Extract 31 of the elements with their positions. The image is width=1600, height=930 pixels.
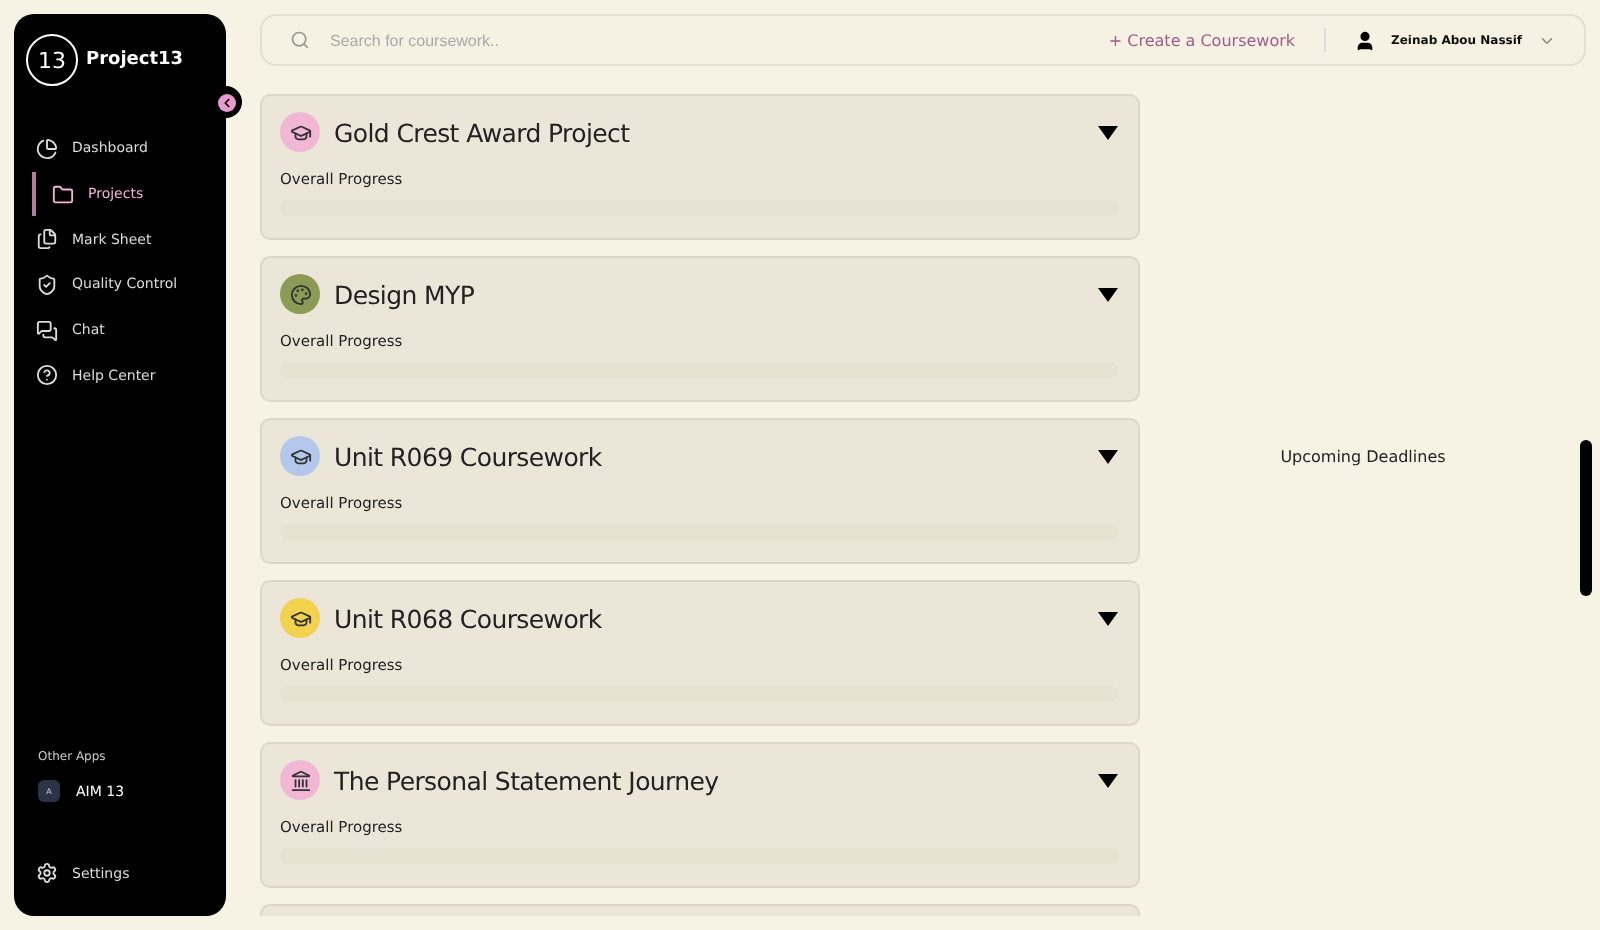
project-title: Unit R068 Coursework xyxy=(334,603,604,633)
dropdown-triangle-icon[interactable] xyxy=(1098,449,1118,463)
search-icon xyxy=(290,30,310,50)
folder-icon xyxy=(52,183,74,206)
create-link[interactable]: + Create a Coursework xyxy=(1108,31,1296,49)
project-title: The Personal Statement Journey xyxy=(334,765,721,795)
shield-check-icon xyxy=(36,273,58,296)
scrollbar[interactable] xyxy=(1580,440,1592,596)
chat-icon xyxy=(36,319,58,342)
pie-chart-icon xyxy=(36,137,58,160)
project-title: Gold Crest Award Project xyxy=(334,117,632,147)
brand-name: Project13 xyxy=(86,50,184,70)
project-title: Unit R069 Coursework xyxy=(334,441,604,471)
graduation-cap-icon xyxy=(289,607,311,629)
dropdown-triangle-icon[interactable] xyxy=(1098,611,1118,625)
dropdown-triangle-icon[interactable] xyxy=(1098,125,1118,139)
files-icon xyxy=(36,228,58,251)
settings-icon xyxy=(36,862,58,885)
graduation-cap-icon xyxy=(289,121,311,143)
project-title: Design MYP xyxy=(334,279,477,309)
deadlines-title: Upcoming Deadlines xyxy=(1280,448,1446,468)
graduation-cap-icon xyxy=(289,445,311,467)
palette-icon xyxy=(289,283,311,305)
user-icon xyxy=(1353,29,1376,51)
dropdown-triangle-icon[interactable] xyxy=(1098,773,1118,787)
dropdown-triangle-icon[interactable] xyxy=(1098,287,1118,301)
building-icon xyxy=(289,769,311,791)
help-icon xyxy=(36,364,58,387)
chevron-left-icon xyxy=(219,95,233,109)
search-field[interactable]: Search for coursework.. xyxy=(326,29,1093,51)
logo: 13 xyxy=(26,34,78,86)
